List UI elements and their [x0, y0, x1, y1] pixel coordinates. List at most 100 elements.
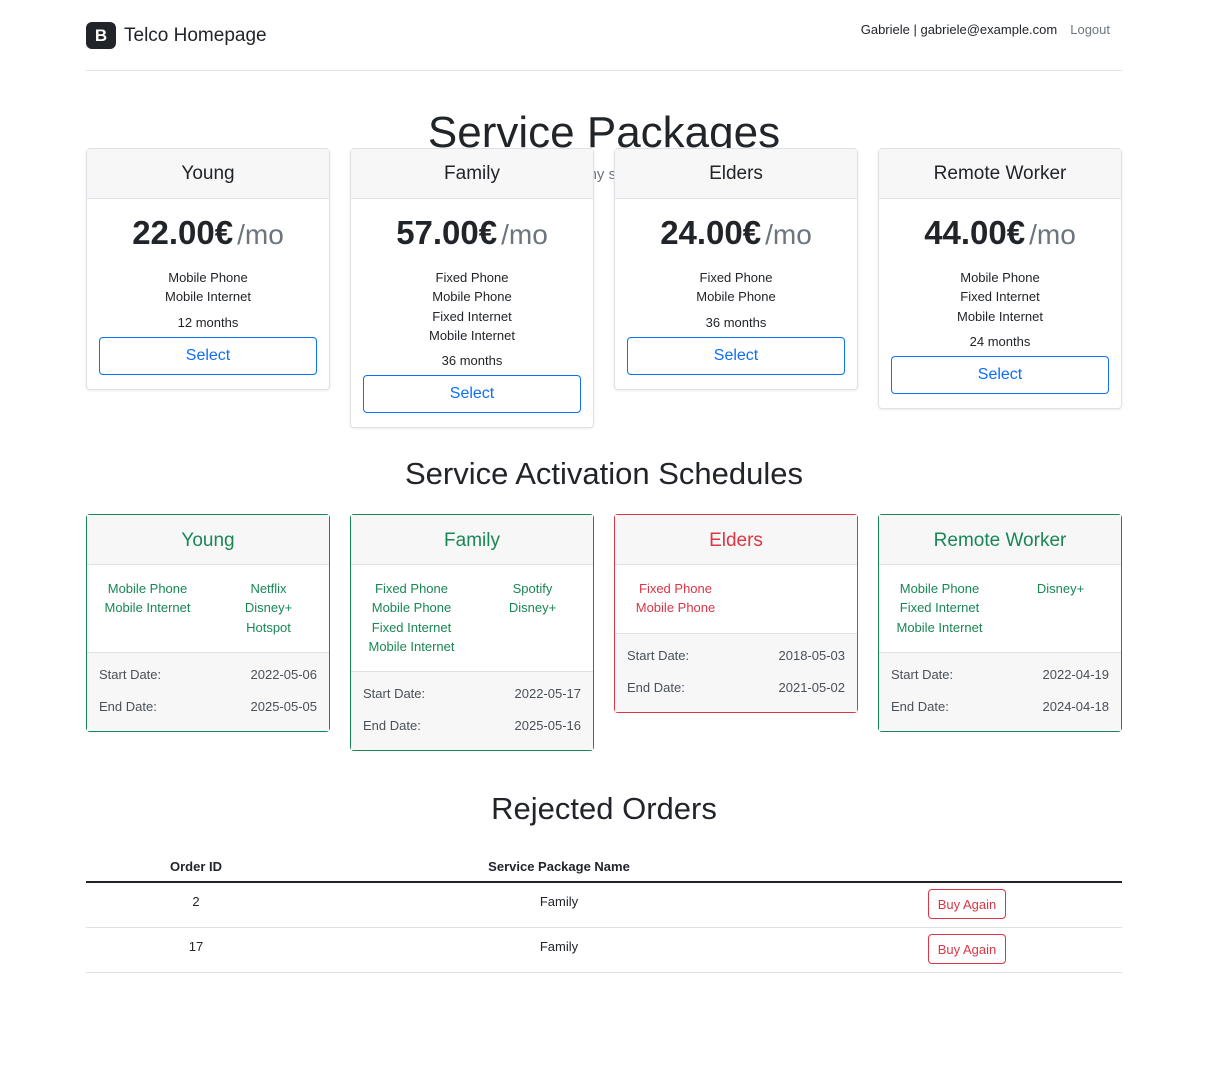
end-date-value: 2021-05-02	[778, 679, 846, 695]
services-column: Fixed Phone Mobile Phone Fixed Internet …	[351, 579, 472, 656]
service-item: Fixed Phone	[375, 581, 448, 596]
end-date-label: End Date:	[627, 679, 685, 695]
package-services: Fixed Phone Mobile Phone Fixed Internet …	[363, 268, 581, 345]
service-item: Mobile Internet	[957, 308, 1043, 324]
price-period: /mo	[1029, 219, 1076, 250]
select-button[interactable]: Select	[363, 375, 581, 414]
select-button[interactable]: Select	[891, 355, 1109, 394]
package-price: 24.00€/mo	[627, 213, 845, 255]
package-duration: 36 months	[705, 314, 767, 330]
end-date-value: 2025-05-05	[250, 698, 318, 714]
price-period: /mo	[501, 219, 548, 250]
package-price: 57.00€/mo	[363, 213, 581, 255]
package-duration: 36 months	[441, 353, 503, 369]
addon-item: Disney+	[508, 600, 557, 616]
package-name: Family	[351, 149, 593, 199]
end-date-value: 2025-05-16	[514, 718, 582, 734]
price-value: 44.00€	[924, 214, 1026, 251]
buy-again-button[interactable]: Buy Again	[928, 889, 1006, 919]
service-item: Mobile Internet	[896, 619, 983, 635]
start-date-label: Start Date:	[627, 647, 690, 663]
action-cell: Buy Again	[812, 882, 1122, 928]
column-header-package-name: Service Package Name	[306, 852, 812, 883]
schedule-services: Fixed Phone Mobile Phone Fixed Internet …	[351, 565, 593, 671]
buy-again-button[interactable]: Buy Again	[928, 934, 1006, 964]
start-date-label: Start Date:	[99, 666, 162, 682]
start-date-row: Start Date: 2022-05-17	[363, 678, 581, 710]
service-item: Fixed Internet	[960, 289, 1040, 305]
service-item: Fixed Internet	[899, 600, 980, 616]
service-item: Mobile Phone	[168, 270, 248, 285]
service-item: Mobile Phone	[899, 581, 980, 596]
table-row: 2 Family Buy Again	[86, 882, 1122, 928]
action-cell: Buy Again	[812, 927, 1122, 973]
user-area: Gabriele | gabriele@example.com Logout	[861, 22, 1110, 37]
package-duration: 24 months	[969, 333, 1031, 349]
package-services: Mobile Phone Mobile Internet	[99, 268, 317, 307]
service-item: Mobile Phone	[635, 600, 716, 616]
schedules-title: Service Activation Schedules	[404, 456, 804, 491]
table-row: 17 Family Buy Again	[86, 927, 1122, 973]
bootstrap-logo-icon: B	[86, 22, 116, 49]
package-card-elders: Elders 24.00€/mo Fixed Phone Mobile Phon…	[614, 148, 858, 390]
end-date-label: End Date:	[99, 698, 157, 714]
logout-link[interactable]: Logout	[1070, 22, 1110, 37]
end-date-row: End Date: 2025-05-05	[99, 691, 317, 723]
price-period: /mo	[237, 219, 284, 250]
start-date-row: Start Date: 2022-05-06	[99, 659, 317, 691]
table-header-row: Order ID Service Package Name	[86, 852, 1122, 883]
package-duration: 12 months	[177, 314, 239, 330]
schedule-dates: Start Date: 2022-05-06 End Date: 2025-05-0…	[87, 651, 329, 731]
price-value: 22.00€	[132, 214, 234, 251]
end-date-row: End Date: 2025-05-16	[363, 710, 581, 742]
package-card-remote-worker: Remote Worker 44.00€/mo Mobile Phone Fix…	[878, 148, 1122, 409]
service-item: Mobile Phone	[371, 600, 452, 616]
package-name: Remote Worker	[879, 149, 1121, 199]
service-item: Fixed Phone	[699, 270, 773, 285]
schedule-dates: Start Date: 2022-04-19 End Date: 2024-04-1…	[879, 651, 1121, 731]
start-date-value: 2018-05-03	[778, 647, 846, 663]
package-body: 44.00€/mo Mobile Phone Fixed Internet Mo…	[879, 199, 1121, 408]
package-services: Fixed Phone Mobile Phone	[627, 268, 845, 307]
start-date-label: Start Date:	[891, 666, 954, 682]
addon-item: Hotspot	[246, 619, 291, 635]
price-period: /mo	[765, 219, 812, 250]
addons-column	[736, 579, 857, 618]
addon-item: Spotify	[512, 581, 553, 596]
service-item: Mobile Phone	[432, 289, 512, 305]
brand[interactable]: B Telco Homepage	[86, 22, 267, 49]
price-value: 57.00€	[396, 214, 498, 251]
column-header-action	[812, 852, 1122, 883]
schedule-card-family: Family Fixed Phone Mobile Phone Fixed In…	[350, 514, 594, 752]
service-item: Mobile Phone	[107, 581, 188, 596]
schedule-services: Mobile Phone Fixed Internet Mobile Inter…	[879, 565, 1121, 652]
schedule-dates: Start Date: 2022-05-17 End Date: 2025-05-1…	[351, 671, 593, 751]
service-item: Fixed Internet	[432, 308, 512, 324]
schedule-card-elders: Elders Fixed Phone Mobile Phone Start Da…	[614, 514, 858, 713]
select-button[interactable]: Select	[627, 336, 845, 375]
addons-column: Netflix Disney+ Hotspot	[208, 579, 329, 637]
schedule-name: Family	[351, 515, 593, 565]
schedule-card-young: Young Mobile Phone Mobile Internet Netfl…	[86, 514, 330, 732]
order-id-cell: 17	[86, 927, 306, 973]
package-price: 44.00€/mo	[891, 213, 1109, 255]
package-name-cell: Family	[306, 882, 812, 928]
schedule-name: Young	[87, 515, 329, 565]
user-info: Gabriele | gabriele@example.com	[860, 22, 1058, 37]
end-date-row: End Date: 2021-05-02	[627, 672, 845, 704]
price-value: 24.00€	[660, 214, 762, 251]
end-date-row: End Date: 2024-04-18	[891, 691, 1109, 723]
addon-item: Disney+	[1036, 581, 1085, 596]
end-date-value: 2024-04-18	[1042, 698, 1110, 714]
order-id-cell: 2	[86, 882, 306, 928]
addon-item: Netflix	[250, 581, 287, 596]
package-card-young: Young 22.00€/mo Mobile Phone Mobile Inte…	[86, 148, 330, 390]
package-body: 57.00€/mo Fixed Phone Mobile Phone Fixed…	[351, 199, 593, 427]
service-item: Mobile Phone	[960, 270, 1040, 285]
start-date-label: Start Date:	[363, 686, 426, 702]
select-button[interactable]: Select	[99, 336, 317, 375]
page-container: B Telco Homepage Gabriele | gabriele@exa…	[86, 0, 1122, 973]
addons-column: Spotify Disney+	[472, 579, 593, 656]
start-date-value: 2022-05-06	[250, 666, 318, 682]
package-body: 22.00€/mo Mobile Phone Mobile Internet 1…	[87, 199, 329, 389]
